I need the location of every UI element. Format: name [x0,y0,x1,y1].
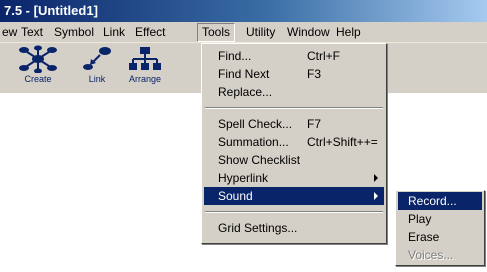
erase-label: Erase [408,230,440,244]
menu-item-sound[interactable]: Sound [204,187,384,205]
menu-window[interactable]: Window [283,23,334,42]
spell-check-shortcut: F7 [307,117,322,131]
arrange-label: Arrange [128,74,162,84]
tools-menu: Find... Ctrl+F Find Next F3 Replace... S… [201,43,387,244]
menu-help[interactable]: Help [332,23,365,42]
submenu-arrow-icon [374,174,378,182]
grid-settings-label: Grid Settings... [218,221,298,235]
menu-symbol[interactable]: Symbol [50,23,98,42]
create-label: Create [24,74,52,84]
sound-label: Sound [218,189,253,203]
summation-label: Summation... [218,135,289,149]
menu-item-play[interactable]: Play [398,210,482,228]
window-title: 7.5 - [Untitled1] [4,3,98,18]
link-label: Link [88,74,106,84]
menu-item-hyperlink[interactable]: Hyperlink [204,169,384,187]
menu-separator [205,211,383,213]
window-title-bar[interactable]: 7.5 - [Untitled1] [0,0,487,22]
menu-effect[interactable]: Effect [131,23,169,42]
hyperlink-label: Hyperlink [218,171,269,185]
menu-separator [205,107,383,109]
menu-item-find-next[interactable]: Find Next F3 [204,65,384,83]
menu-item-voices: Voices... [398,246,482,264]
find-label: Find... [218,49,252,63]
arrange-button[interactable]: Arrange [120,45,170,89]
find-shortcut: Ctrl+F [307,49,340,63]
menu-item-grid-settings[interactable]: Grid Settings... [204,219,384,237]
find-next-shortcut: F3 [307,67,322,81]
arrange-icon [129,47,161,70]
find-next-label: Find Next [218,67,270,81]
menu-item-record[interactable]: Record... [398,192,482,210]
menu-tools[interactable]: Tools [197,23,236,42]
record-label: Record... [408,194,457,208]
menu-link[interactable]: Link [99,23,129,42]
create-icon [19,45,57,73]
show-checklist-label: Show Checklist [218,153,301,167]
menu-text[interactable]: Text [17,23,47,42]
create-button[interactable]: Create [13,45,63,89]
menu-item-summation[interactable]: Summation... Ctrl+Shift++= [204,133,384,151]
voices-label: Voices... [408,248,454,262]
link-button[interactable]: Link [72,45,122,89]
menu-utility[interactable]: Utility [242,23,279,42]
summation-shortcut: Ctrl+Shift++= [307,135,378,149]
menu-item-show-checklist[interactable]: Show Checklist [204,151,384,169]
menu-item-spell-check[interactable]: Spell Check... F7 [204,115,384,133]
spell-check-label: Spell Check... [218,117,293,131]
link-icon [83,47,111,70]
menu-item-erase[interactable]: Erase [398,228,482,246]
sound-submenu: Record... Play Erase Voices... [395,190,485,266]
menu-item-replace[interactable]: Replace... [204,83,384,101]
replace-label: Replace... [218,85,273,99]
play-label: Play [408,212,432,226]
menu-item-find[interactable]: Find... Ctrl+F [204,47,384,65]
menu-bar: ew Text Symbol Link Effect Tools Utility… [0,22,487,43]
submenu-arrow-icon [374,192,378,200]
